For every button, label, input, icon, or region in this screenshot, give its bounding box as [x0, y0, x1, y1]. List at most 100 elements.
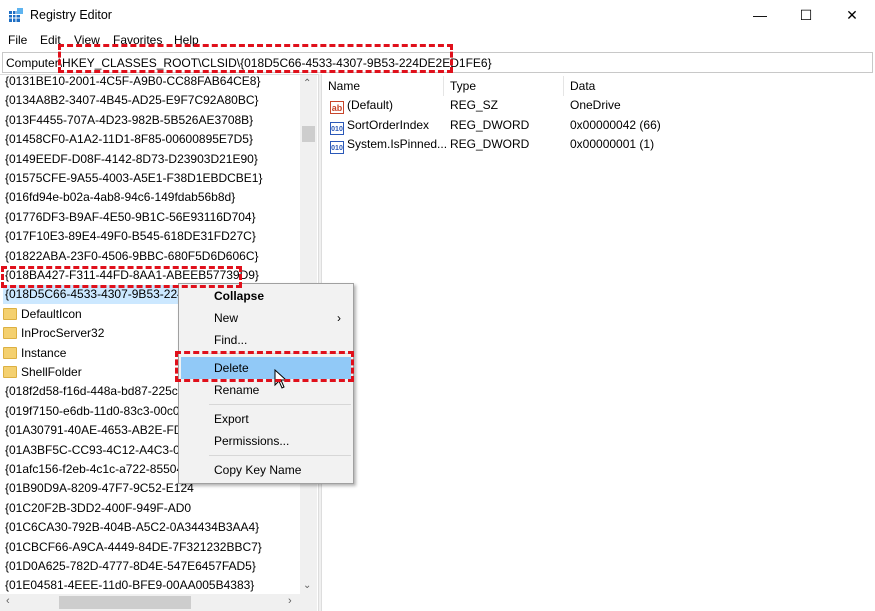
tree-item-label: {01B90D9A-8209-47F7-9C52-E124	[5, 481, 194, 496]
tree-item[interactable]: {01D0A625-782D-4777-8D4E-547E6457FAD5}	[5, 557, 256, 576]
tree-item[interactable]: {01afc156-f2eb-4c1c-a722-855041	[5, 460, 190, 479]
column-header-name[interactable]: Name	[322, 76, 444, 96]
menu-edit[interactable]: Edit	[40, 33, 61, 47]
value-row-name[interactable]: 010 System.IsPinned...	[330, 135, 447, 154]
tree-item[interactable]: {017F10E3-89E4-49F0-B545-618DE31FD27C}	[5, 227, 256, 246]
tree-subkey[interactable]: InProcServer32	[3, 324, 104, 343]
close-button[interactable]: ✕	[829, 0, 875, 30]
tree-item[interactable]: {01C6CA30-792B-404B-A5C2-0A34434B3AA4}	[5, 518, 259, 537]
tree-item-label: {01A3BF5C-CC93-4C12-A4C3-09l	[5, 442, 190, 457]
menu-item-delete[interactable]: Delete	[181, 357, 351, 379]
title-bar: Registry Editor — ☐ ✕	[0, 0, 875, 30]
scroll-up-icon[interactable]: ⌃	[303, 78, 311, 89]
binary-value-icon: 010	[330, 141, 344, 154]
tree-item-label: {01CBCF66-A9CA-4449-84DE-7F321232BBC7}	[5, 539, 262, 554]
tree-vertical-scroll-thumb[interactable]	[302, 126, 315, 142]
tree-item[interactable]: {0134A8B2-3407-4B45-AD25-E9F7C92A80BC}	[5, 91, 259, 110]
scroll-left-icon[interactable]: ‹	[6, 595, 10, 607]
tree-item[interactable]: {01458CF0-A1A2-11D1-8F85-00600895E7D5}	[5, 130, 253, 149]
tree-item[interactable]: {013F4455-707A-4D23-982B-5B526AE3708B}	[5, 111, 253, 130]
value-type: REG_DWORD	[450, 117, 530, 132]
tree-item-label: {0149EEDF-D08F-4142-8D73-D23903D21E90}	[5, 151, 258, 166]
tree-item-label: {01D0A625-782D-4777-8D4E-547E6457FAD5}	[5, 559, 256, 573]
value-row-name[interactable]: ab (Default)	[330, 96, 393, 115]
menu-file[interactable]: File	[8, 33, 27, 47]
tree-item-label: InProcServer32	[21, 326, 105, 341]
tree-item-label: {01776DF3-B9AF-4E50-9B1C-56E93116D704}	[5, 209, 256, 224]
tree-item-label: {01458CF0-A1A2-11D1-8F85-00600895E7D5}	[5, 132, 253, 147]
tree-item[interactable]: {01E04581-4EEE-11d0-BFE9-00AA005B4383}	[5, 576, 254, 595]
menu-item-find[interactable]: Find...	[181, 329, 351, 351]
minimize-button[interactable]: —	[737, 0, 783, 30]
scroll-right-icon[interactable]: ›	[288, 595, 292, 607]
tree-subkey[interactable]: Instance	[3, 344, 66, 363]
tree-subkey[interactable]: DefaultIcon	[3, 305, 82, 324]
folder-icon	[3, 327, 17, 340]
column-header-data[interactable]: Data	[564, 76, 864, 96]
tree-item[interactable]: {01776DF3-B9AF-4E50-9B1C-56E93116D704}	[5, 208, 256, 227]
menu-item-new[interactable]: New ›	[181, 307, 351, 329]
menu-item-permissions[interactable]: Permissions...	[181, 430, 351, 452]
tree-item-label: Instance	[21, 345, 67, 360]
tree-item-label: {01C6CA30-792B-404B-A5C2-0A34434B3AA4}	[5, 520, 260, 535]
menu-item-rename[interactable]: Rename	[181, 379, 351, 401]
menu-item-new-label: New	[214, 311, 239, 325]
tree-item-label: {0134A8B2-3407-4B45-AD25-E9F7C92A80BC}	[5, 93, 259, 108]
menu-item-copy-key-name[interactable]: Copy Key Name	[181, 459, 351, 481]
values-pane: Name Type Data ab (Default) REG_SZ OneDrive…	[322, 74, 875, 611]
menu-separator	[209, 404, 351, 405]
tree-item-label: ShellFolder	[21, 365, 82, 379]
menu-favorites[interactable]: Favorites	[113, 33, 162, 47]
tree-item-label: {0131BE10-2001-4C5F-A9B0-CC88FAB64CE8}	[5, 74, 261, 88]
tree-item[interactable]: {019f7150-e6db-11d0-83c3-00c04	[5, 402, 186, 421]
value-row-name[interactable]: 010 SortOrderIndex	[330, 116, 429, 135]
tree-item-label: {019f7150-e6db-11d0-83c3-00c04	[5, 403, 187, 418]
tree-item[interactable]: {01CBCF66-A9CA-4449-84DE-7F321232BBC7}	[5, 538, 262, 557]
mouse-cursor-icon	[274, 369, 288, 389]
maximize-button[interactable]: ☐	[783, 0, 829, 30]
tree-item[interactable]: {01C20F2B-3DD2-400F-949F-AD0	[5, 499, 191, 518]
tree-item-label: {018BA427-F311-44FD-8AA1-ABEEB57739D9}	[5, 268, 259, 282]
tree-subkey[interactable]: ShellFolder	[3, 363, 82, 382]
value-data: OneDrive	[570, 98, 621, 112]
tree-item-label: {018f2d58-f16d-448a-bd87-225c8	[5, 384, 185, 399]
menu-item-export[interactable]: Export	[181, 408, 351, 430]
tree-item[interactable]: {016fd94e-b02a-4ab8-94c6-149fdab56b8d}	[5, 188, 235, 207]
tree-item-label: {01E04581-4EEE-11d0-BFE9-00AA005B4383}	[5, 578, 255, 593]
address-bar[interactable]: Computer\HKEY_CLASSES_ROOT\CLSID\{018D5C…	[2, 52, 873, 73]
tree-item-label: {01A30791-40AE-4653-AB2E-FD21	[5, 423, 196, 438]
menu-view[interactable]: View	[74, 33, 100, 47]
chevron-right-icon: ›	[337, 311, 341, 325]
tree-item[interactable]: {01822ABA-23F0-4506-9BBC-680F5D6D606C}	[5, 247, 259, 266]
tree-item-label: {013F4455-707A-4D23-982B-5B526AE3708B}	[5, 112, 254, 127]
tree-item-label: {01575CFE-9A55-4003-A5E1-F38D1EBDCBE1}	[5, 171, 263, 185]
column-header-type[interactable]: Type	[444, 76, 564, 96]
tree-item-label: {016fd94e-b02a-4ab8-94c6-149fdab56b8d}	[5, 190, 236, 205]
tree-item-label: {01822ABA-23F0-4506-9BBC-680F5D6D606C}	[5, 248, 259, 263]
tree-item-label: {017F10E3-89E4-49F0-B545-618DE31FD27C}	[5, 229, 256, 244]
tree-item-label: DefaultIcon	[21, 306, 82, 321]
registry-editor-icon	[9, 8, 23, 22]
value-data: 0x00000042 (66)	[570, 117, 661, 132]
folder-icon	[3, 366, 17, 378]
tree-item[interactable]: {01B90D9A-8209-47F7-9C52-E124	[5, 479, 194, 498]
tree-item[interactable]: {01575CFE-9A55-4003-A5E1-F38D1EBDCBE1}	[5, 169, 262, 188]
tree-item[interactable]: {018f2d58-f16d-448a-bd87-225c8	[5, 382, 184, 401]
context-menu: Collapse New › Find... Delete Rename Expo…	[178, 283, 354, 484]
tree-item[interactable]: {01A3BF5C-CC93-4C12-A4C3-09l	[5, 441, 189, 460]
tree-item[interactable]: {0131BE10-2001-4C5F-A9B0-CC88FAB64CE8}	[5, 74, 261, 91]
folder-icon	[3, 307, 17, 320]
value-name: System.IsPinned...	[347, 137, 448, 151]
menu-separator	[209, 455, 351, 456]
tree-item[interactable]: {01A30791-40AE-4653-AB2E-FD21	[5, 421, 196, 440]
menu-bar: File Edit View Favorites Help	[0, 30, 875, 50]
scrollbar-corner	[300, 594, 317, 611]
tree-horizontal-scroll-thumb[interactable]	[59, 596, 191, 609]
menu-help[interactable]: Help	[174, 33, 199, 47]
tree-item[interactable]: {0149EEDF-D08F-4142-8D73-D23903D21E90}	[5, 150, 258, 169]
value-name: SortOrderIndex	[347, 117, 430, 132]
menu-item-collapse[interactable]: Collapse	[181, 285, 351, 307]
string-value-icon: ab	[330, 101, 344, 114]
folder-icon	[3, 346, 17, 359]
scroll-down-icon[interactable]: ⌄	[303, 580, 311, 591]
